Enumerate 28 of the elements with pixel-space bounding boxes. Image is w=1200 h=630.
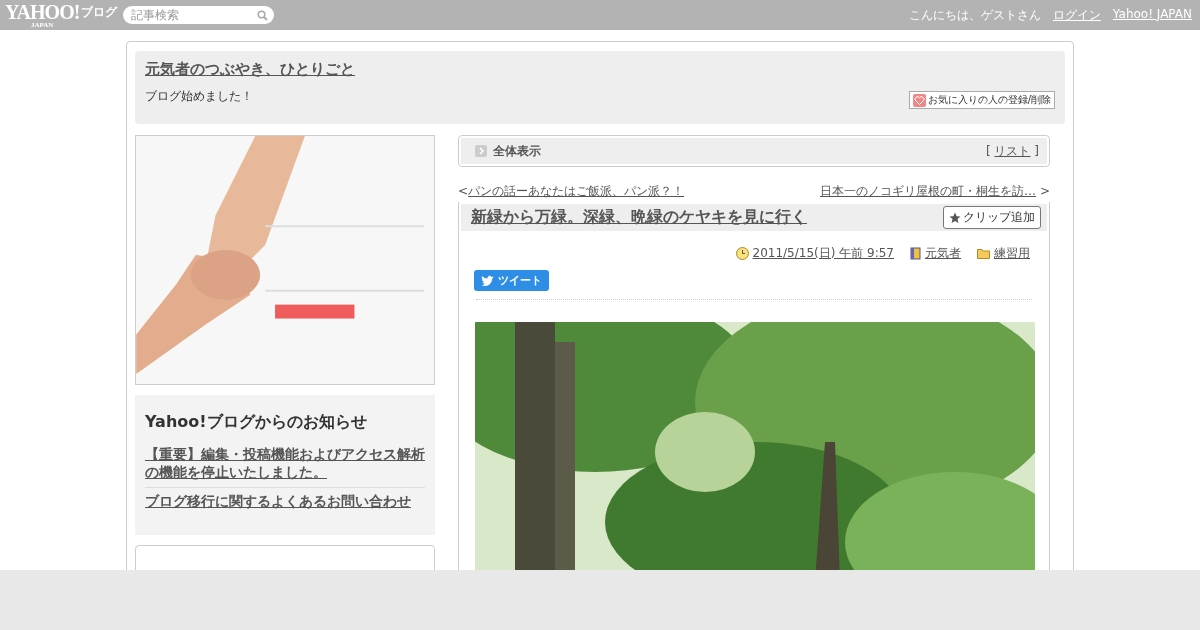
- bracket-text: [: [985, 143, 991, 158]
- book-icon: [910, 247, 921, 260]
- folder-icon: [977, 248, 990, 259]
- notice-link[interactable]: ブログ移行に関するよくあるお問い合わせ: [145, 487, 425, 515]
- next-post-link[interactable]: 日本一のノコギリ屋根の町・桐生を訪…: [820, 184, 1037, 198]
- author-link[interactable]: 元気者: [925, 245, 961, 262]
- article-title[interactable]: 新緑から万緑。深緑、晩緑のケヤキを見に行く: [471, 207, 807, 228]
- star-icon: [949, 211, 961, 224]
- bird-icon: [481, 275, 494, 286]
- list-link[interactable]: リスト: [994, 143, 1031, 158]
- clip-button[interactable]: クリップ追加: [943, 206, 1041, 229]
- bracket-text: ]: [1034, 143, 1039, 158]
- favorite-button[interactable]: お気に入りの人の登録/削除: [908, 91, 1055, 109]
- clock-icon: [735, 247, 749, 260]
- post-date-link[interactable]: 2011/5/15(日) 午前 9:57: [752, 245, 894, 262]
- view-label: 全体表示: [493, 142, 541, 160]
- prev-post-link[interactable]: パンの話ーあなたはご飯派、パン派？！: [468, 184, 685, 198]
- greeting-text: こんにちは、ゲストさん: [908, 6, 1041, 24]
- search-icon[interactable]: [257, 10, 269, 21]
- search-field[interactable]: 記事検索: [123, 6, 275, 24]
- heart-icon: [912, 93, 926, 107]
- notice-link[interactable]: 【重要】編集・投稿機能およびアクセス解析の機能を停止いたしました。: [145, 441, 425, 486]
- next-marker: >: [1039, 184, 1050, 198]
- category-link[interactable]: 練習用: [994, 245, 1030, 262]
- blog-description: ブログ始めました！: [145, 88, 253, 105]
- notice-title: Yahoo!ブログからのお知らせ: [145, 412, 368, 433]
- prev-marker: <: [458, 184, 469, 198]
- blog-title[interactable]: 元気者のつぶやき、ひとりごと: [145, 60, 1055, 79]
